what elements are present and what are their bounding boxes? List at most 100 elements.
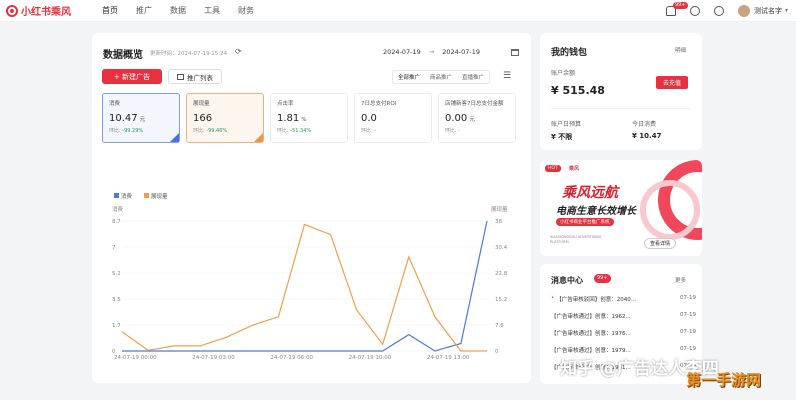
nav-finance[interactable]: 财务	[238, 5, 254, 16]
legend-swatch	[144, 193, 149, 198]
bell-icon[interactable]: 99+	[665, 1, 688, 16]
banner-detail-button[interactable]: 查看详情	[644, 238, 676, 249]
y-tick-label-right: 7.6	[495, 323, 504, 329]
date-range-picker[interactable]: 2024-07-19 → 2024-07-19	[377, 45, 519, 59]
x-tick-label: 24-07-19 03:00	[192, 355, 235, 361]
message-center-title: 消息中心	[551, 276, 583, 285]
settings-menu-icon[interactable]: ☰	[503, 71, 511, 81]
arrow-right-icon: →	[428, 48, 435, 56]
hot-tag: HOT	[545, 165, 561, 172]
username[interactable]: 测试名字	[754, 6, 782, 16]
metric-card-impressions[interactable]: 展现量 166 环比: -99.46%	[186, 93, 264, 143]
filter-product[interactable]: 商品推广	[425, 71, 457, 83]
calendar-icon[interactable]	[511, 48, 519, 56]
y-tick-label-right: 0	[495, 349, 499, 355]
x-tick-label: 24-07-19 10:00	[349, 355, 392, 361]
list-item[interactable]: 【广告审核通过】创意：1976... 07-19	[551, 329, 696, 337]
check-corner-icon	[254, 133, 263, 142]
data-overview-card: 数据概览 更新时间：2024-07-19 15:24 ⟳ 2024-07-19 …	[92, 33, 531, 383]
brand-logo[interactable]: 小红书乘风	[6, 3, 84, 18]
legend-label: 消费	[121, 192, 133, 200]
date-start[interactable]: 2024-07-19	[383, 48, 421, 56]
y-tick-label-left: 3.5	[112, 297, 121, 303]
metric-card-roi[interactable]: 7日总支付ROI 0.0 环比: -	[354, 93, 432, 143]
metric-compare: 环比: -	[445, 128, 461, 134]
trend-chart: 消费 展现量消费 展现量0 01.7 7.63.5 15.25.2 22.87 30.48.7…	[112, 192, 508, 361]
list-item[interactable]: 【广告审核通过】创意：1962... 07-19	[551, 312, 696, 320]
notification-badge: 99+	[672, 1, 688, 9]
check-corner-icon	[170, 133, 179, 142]
recharge-button[interactable]: 去充值	[656, 76, 688, 89]
message-text: 【广告审核通过】创意：1962...	[551, 314, 631, 320]
filter-live[interactable]: 直播推广	[457, 71, 489, 83]
nav-data[interactable]: 数据	[170, 5, 186, 16]
metric-card-ctr[interactable]: 点击率 1.81% 环比: -51.34%	[270, 93, 348, 143]
metric-name: 店铺新客7日总支付金额	[445, 101, 504, 107]
date-end[interactable]: 2024-07-19	[442, 48, 480, 56]
more-link[interactable]: 更多	[675, 276, 686, 284]
metric-compare: 环比: -	[361, 128, 377, 134]
new-ad-button[interactable]: + 新建广告	[102, 69, 162, 84]
metric-value: 0.00 元	[445, 113, 475, 124]
banner-small-text: XIAOHONGSHU ADVERTISING PLATFORM	[550, 235, 602, 244]
right-axis-label: 展现量	[491, 206, 508, 213]
metric-cards: 消费 10.47 元 环比: -99.29% 展现量 166 环比: -99.46…	[102, 93, 522, 143]
banner-headline: 乘风远航	[562, 185, 618, 201]
daily-budget-label: 账户日预算	[551, 121, 582, 128]
nav-tools[interactable]: 工具	[204, 5, 220, 16]
metric-compare: 环比: -51.34%	[277, 128, 312, 134]
metric-card-new-customer-gmv[interactable]: 店铺新客7日总支付金额 0.00 元 环比: -	[438, 93, 516, 143]
y-tick-label-left: 5.2	[112, 271, 121, 277]
update-time: 更新时间：2024-07-19 15:24	[150, 51, 228, 57]
site-corner-logo: 第一手游网	[686, 371, 762, 389]
avatar[interactable]	[737, 4, 750, 17]
legend-label: 展现量	[151, 193, 168, 200]
x-tick-label: 24-07-19 13:00	[427, 355, 470, 361]
message-text: 【广告审核驳回】创意：2040...	[556, 297, 636, 303]
list-item[interactable]: • 【广告审核驳回】创意：2040... 07-19	[551, 295, 696, 303]
metric-compare: 环比: -99.46%	[193, 128, 228, 134]
series-line-消费	[122, 220, 488, 352]
metric-card-spend[interactable]: 消费 10.47 元 环比: -99.29%	[102, 93, 180, 143]
message-badge: 99+	[594, 274, 611, 283]
nav-home[interactable]: 首页	[102, 5, 118, 16]
x-tick-label: 24-07-19 00:00	[114, 355, 157, 361]
message-text: 【广告审核通过】创意：1979...	[551, 348, 631, 354]
y-tick-label-right: 15.2	[495, 297, 507, 303]
header-actions: 99+ 测试名字 ▾	[652, 1, 788, 17]
metric-value: 166	[193, 113, 213, 124]
list-item[interactable]: 【广告审核通过】创意：1979... 07-19	[551, 346, 696, 354]
y-tick-label-left: 7	[112, 245, 116, 251]
promo-banner[interactable]: HOT 乘风 乘风远航 电商生意长效增长 小红书商业平台推广系统 XIAOHON…	[540, 160, 702, 256]
y-tick-label-left: 1.7	[112, 323, 121, 329]
help-icon[interactable]	[713, 5, 724, 16]
y-tick-label-right: 22.8	[495, 271, 508, 277]
left-axis-label: 消费	[112, 205, 124, 213]
y-tick-label-left: 8.7	[112, 219, 121, 225]
x-tick-label: 24-07-19 06:00	[270, 355, 313, 361]
banner-brand: 乘风	[569, 166, 580, 172]
chevron-down-icon[interactable]: ▾	[785, 7, 788, 14]
ad-list-button[interactable]: 推广列表	[168, 69, 222, 84]
logo-icon	[6, 4, 18, 17]
compass-icon[interactable]	[689, 5, 700, 16]
balance-label: 账户余额	[551, 70, 576, 77]
metric-name: 消费	[109, 101, 121, 107]
divider	[551, 108, 691, 109]
refresh-icon[interactable]: ⟳	[235, 47, 242, 56]
wallet-detail-link[interactable]: 明细	[675, 46, 686, 54]
wallet-title: 我的钱包	[551, 48, 588, 58]
series-line-展现量	[121, 223, 487, 352]
page-title: 数据概览	[103, 50, 143, 61]
metric-value: 0.0	[361, 113, 377, 124]
today-spend-label: 今日消费	[632, 121, 657, 128]
message-date: 07-19	[680, 295, 696, 301]
y-tick-label-right: 30.4	[495, 245, 508, 251]
metric-value: 1.81%	[277, 113, 307, 124]
nav-promote[interactable]: 推广	[136, 5, 152, 16]
brand-name: 小红书乘风	[21, 7, 71, 18]
filter-all[interactable]: 全部推广	[393, 71, 425, 83]
banner-ring-graphic	[640, 180, 700, 240]
metric-compare: 环比: -99.29%	[109, 128, 144, 134]
today-spend-value: ¥ 10.47	[632, 132, 662, 140]
